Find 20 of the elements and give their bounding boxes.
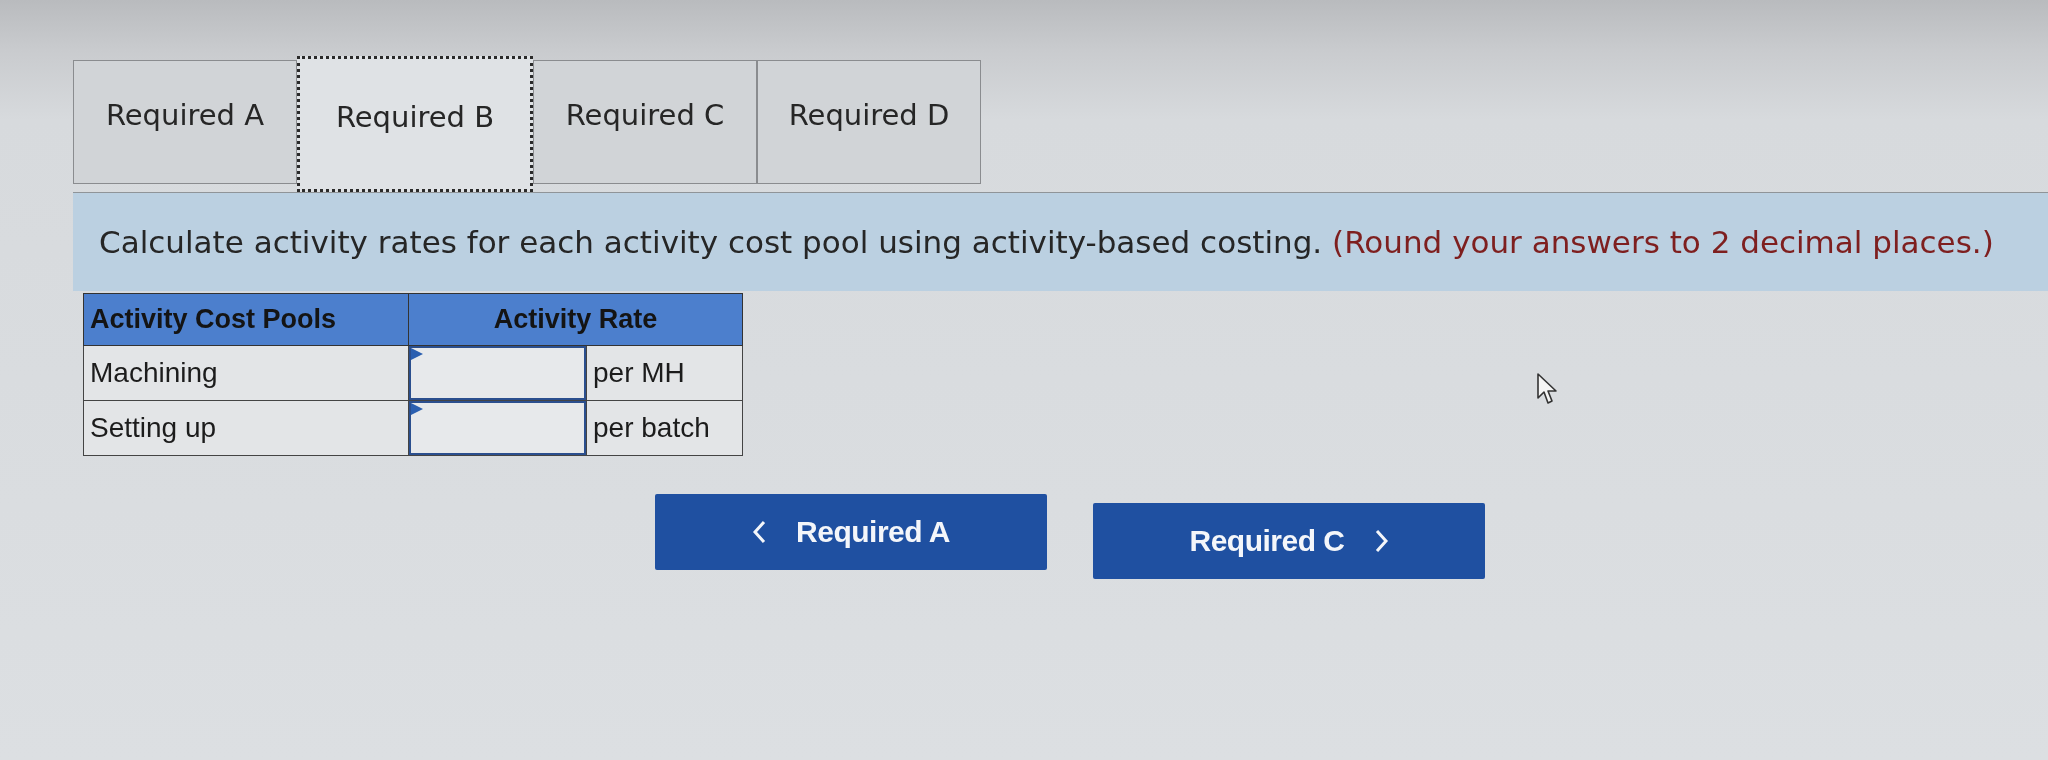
next-button[interactable]: Required C [1093, 503, 1485, 579]
tab[interactable]: Required B [297, 56, 533, 192]
corner-marker-icon [411, 403, 423, 415]
corner-marker-icon [411, 348, 423, 360]
input-field[interactable] [409, 401, 586, 455]
tab[interactable]: Required A [73, 60, 297, 184]
cursor-icon [1536, 372, 1558, 406]
tab[interactable]: Required D [757, 60, 981, 184]
instruction-text: Calculate activity rates for each activity cost pool using activity-based costing. (Round your answers to 2 decimal places.) [99, 224, 1994, 260]
unit-label: per MH [586, 345, 743, 401]
tab[interactable]: Required C [533, 60, 757, 184]
column-header: Activity Cost Pools [83, 293, 409, 346]
input-field[interactable] [409, 346, 586, 400]
unit-label: per batch [586, 400, 743, 456]
table-cell: Machining [83, 345, 409, 401]
chevron-left-icon [752, 520, 767, 544]
table-cell: Setting up [83, 400, 409, 456]
previous-button[interactable]: Required A [655, 494, 1047, 570]
chevron-right-icon [1374, 529, 1389, 553]
column-header: Activity Rate [408, 293, 743, 346]
